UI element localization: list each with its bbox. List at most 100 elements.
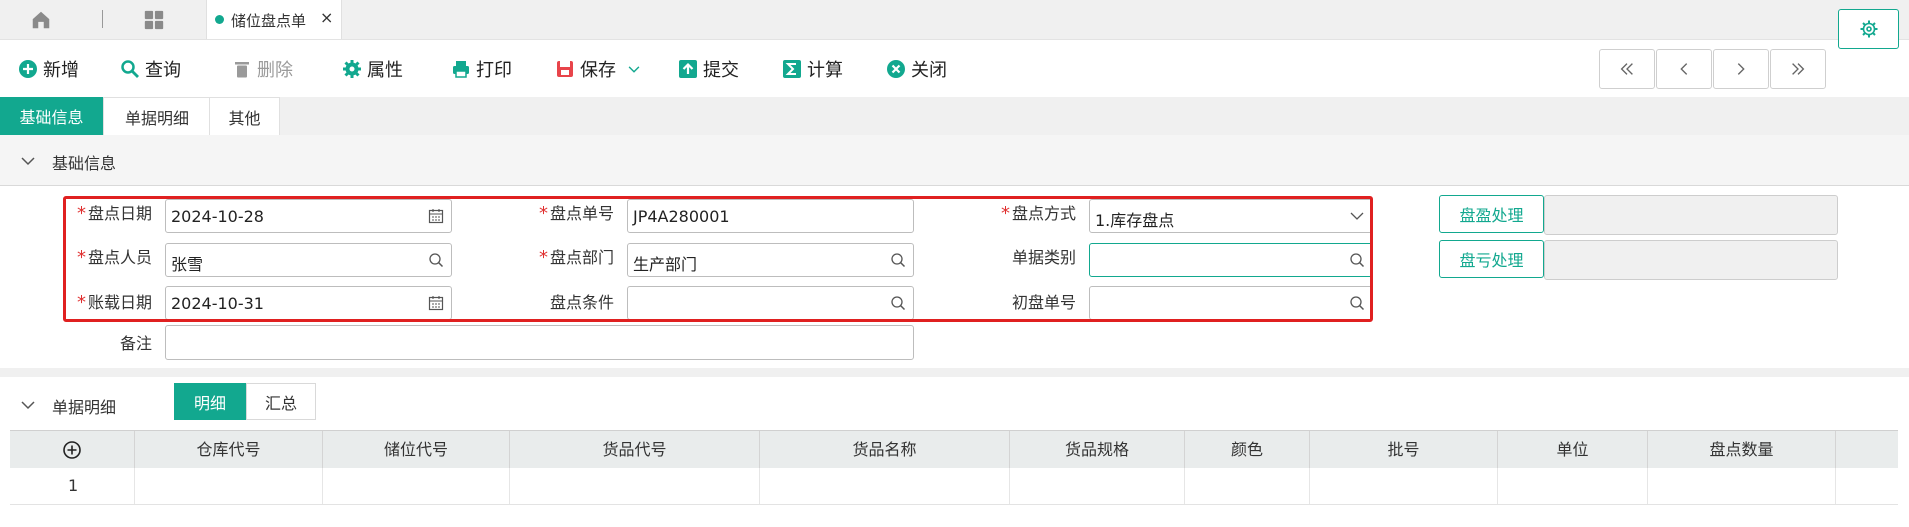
last-record-button[interactable] bbox=[1770, 49, 1826, 89]
tab-inventory-count[interactable]: 储位盘点单 × bbox=[206, 0, 342, 39]
initial-no-field[interactable] bbox=[1089, 286, 1373, 320]
query-label: 查询 bbox=[145, 60, 181, 81]
column-header[interactable]: 单位 bbox=[1498, 431, 1648, 469]
basic-section-header[interactable]: 基础信息 bbox=[0, 135, 1909, 186]
search-icon bbox=[121, 60, 139, 78]
calendar-icon[interactable] bbox=[428, 295, 444, 311]
cell-count-qty[interactable] bbox=[1648, 468, 1836, 504]
close-tab-icon[interactable]: × bbox=[320, 8, 333, 27]
column-header-spacer bbox=[1836, 431, 1898, 469]
save-disk-icon bbox=[557, 61, 573, 77]
deficit-process-button[interactable]: 盘亏处理 bbox=[1439, 240, 1544, 278]
remark-field[interactable] bbox=[165, 325, 914, 360]
chevron-down-icon[interactable] bbox=[1349, 208, 1365, 224]
column-header[interactable]: 储位代号 bbox=[323, 431, 510, 469]
tab-other[interactable]: 其他 bbox=[209, 97, 280, 136]
book-date-field[interactable]: 2024-10-31 bbox=[165, 286, 452, 320]
column-header[interactable]: 货品规格 bbox=[1010, 431, 1185, 469]
cell-unit[interactable] bbox=[1498, 468, 1648, 504]
apps-grid-icon[interactable] bbox=[143, 9, 165, 31]
first-record-button[interactable] bbox=[1599, 49, 1655, 89]
column-header[interactable]: 颜色 bbox=[1185, 431, 1310, 469]
cell-warehouse[interactable] bbox=[135, 468, 323, 504]
calculate-button[interactable]: 计算 bbox=[782, 54, 843, 84]
search-icon[interactable] bbox=[1349, 295, 1365, 311]
search-icon[interactable] bbox=[428, 252, 444, 268]
count-no-field[interactable]: JP4A280001 bbox=[627, 199, 914, 233]
tab-basic-info[interactable]: 基础信息 bbox=[0, 97, 103, 135]
sigma-icon bbox=[783, 60, 801, 78]
search-icon[interactable] bbox=[890, 295, 906, 311]
gear-icon bbox=[1860, 20, 1877, 38]
cell-batch[interactable] bbox=[1310, 468, 1498, 504]
subtab-detail[interactable]: 明细 bbox=[174, 383, 246, 420]
column-header[interactable]: 盘点数量 bbox=[1648, 431, 1836, 469]
plus-circle-icon bbox=[19, 60, 37, 78]
remark-label: 备注 bbox=[119, 334, 152, 353]
cell-location[interactable] bbox=[323, 468, 510, 504]
print-button[interactable]: 打印 bbox=[451, 54, 512, 84]
submit-button[interactable]: 提交 bbox=[678, 54, 739, 84]
new-label: 新增 bbox=[43, 60, 79, 81]
book-date-label: * 账载日期 bbox=[76, 292, 152, 313]
count-date-field[interactable]: 2024-10-28 bbox=[165, 199, 452, 233]
cell-item-name[interactable] bbox=[760, 468, 1010, 504]
plus-circle-icon[interactable] bbox=[62, 440, 82, 460]
cell-item-code[interactable] bbox=[510, 468, 760, 504]
count-dept-field[interactable]: 生产部门 bbox=[627, 243, 914, 277]
prev-record-button[interactable] bbox=[1656, 49, 1712, 89]
settings-button[interactable] bbox=[1838, 9, 1899, 49]
trash-icon bbox=[235, 62, 249, 78]
chevron-down-icon[interactable] bbox=[20, 153, 36, 169]
query-button[interactable]: 查询 bbox=[120, 54, 181, 84]
form-tab-bar bbox=[0, 97, 1909, 135]
subtab-summary[interactable]: 汇总 bbox=[246, 383, 316, 420]
doc-type-label: 单据类别 bbox=[1011, 248, 1076, 267]
save-button[interactable]: 保存 bbox=[555, 54, 641, 84]
calendar-icon[interactable] bbox=[428, 208, 444, 224]
column-header[interactable]: 仓库代号 bbox=[135, 431, 323, 469]
cell-item-spec[interactable] bbox=[1010, 468, 1185, 504]
count-condition-field[interactable] bbox=[627, 286, 914, 320]
deficit-result-field bbox=[1544, 240, 1838, 280]
double-chevron-left-icon bbox=[1620, 63, 1633, 75]
close-button[interactable]: 关闭 bbox=[886, 54, 947, 84]
cell-color[interactable] bbox=[1185, 468, 1310, 504]
column-header[interactable]: 货品名称 bbox=[760, 431, 1010, 469]
tab-doc-detail[interactable]: 单据明细 bbox=[103, 97, 211, 136]
active-dot-icon bbox=[215, 15, 224, 24]
close-label: 关闭 bbox=[911, 60, 947, 81]
add-row-cell[interactable] bbox=[10, 431, 135, 469]
section-title: 基础信息 bbox=[52, 154, 117, 173]
search-icon[interactable] bbox=[1349, 252, 1365, 268]
table-row[interactable]: 1 bbox=[10, 468, 1898, 505]
delete-label: 删除 bbox=[257, 60, 293, 81]
gear-icon bbox=[343, 60, 361, 78]
count-dept-label: * 盘点部门 bbox=[538, 247, 614, 268]
chevron-down-icon[interactable] bbox=[627, 62, 641, 76]
count-method-label: * 盘点方式 bbox=[1000, 203, 1076, 224]
new-button[interactable]: 新增 bbox=[18, 54, 79, 84]
delete-button[interactable]: 删除 bbox=[232, 54, 293, 84]
grid-header: 仓库代号 储位代号 货品代号 货品名称 货品规格 颜色 批号 单位 盘点数量 bbox=[10, 430, 1898, 469]
chevron-down-icon[interactable] bbox=[20, 397, 36, 413]
toolbar: 新增 查询 删除 属性 打印 保存 提交 计算 关闭 bbox=[0, 40, 1909, 98]
count-method-select[interactable]: 1.库存盘点 bbox=[1089, 199, 1373, 233]
surplus-process-button[interactable]: 盘盈处理 bbox=[1439, 195, 1544, 233]
counter-field[interactable]: 张雪 bbox=[165, 243, 452, 277]
count-date-label: * 盘点日期 bbox=[76, 203, 152, 224]
print-label: 打印 bbox=[476, 60, 512, 81]
tab-label: 储位盘点单 bbox=[231, 12, 307, 30]
column-header[interactable]: 批号 bbox=[1310, 431, 1498, 469]
double-chevron-right-icon bbox=[1792, 63, 1805, 75]
count-no-label: * 盘点单号 bbox=[538, 203, 614, 224]
home-icon[interactable] bbox=[30, 9, 52, 31]
upload-arrow-icon bbox=[679, 60, 697, 78]
search-icon[interactable] bbox=[890, 252, 906, 268]
next-record-button[interactable] bbox=[1713, 49, 1769, 89]
column-header[interactable]: 货品代号 bbox=[510, 431, 760, 469]
properties-button[interactable]: 属性 bbox=[342, 54, 403, 84]
doc-type-field[interactable] bbox=[1089, 243, 1373, 277]
divider bbox=[102, 10, 103, 28]
properties-label: 属性 bbox=[367, 60, 403, 81]
